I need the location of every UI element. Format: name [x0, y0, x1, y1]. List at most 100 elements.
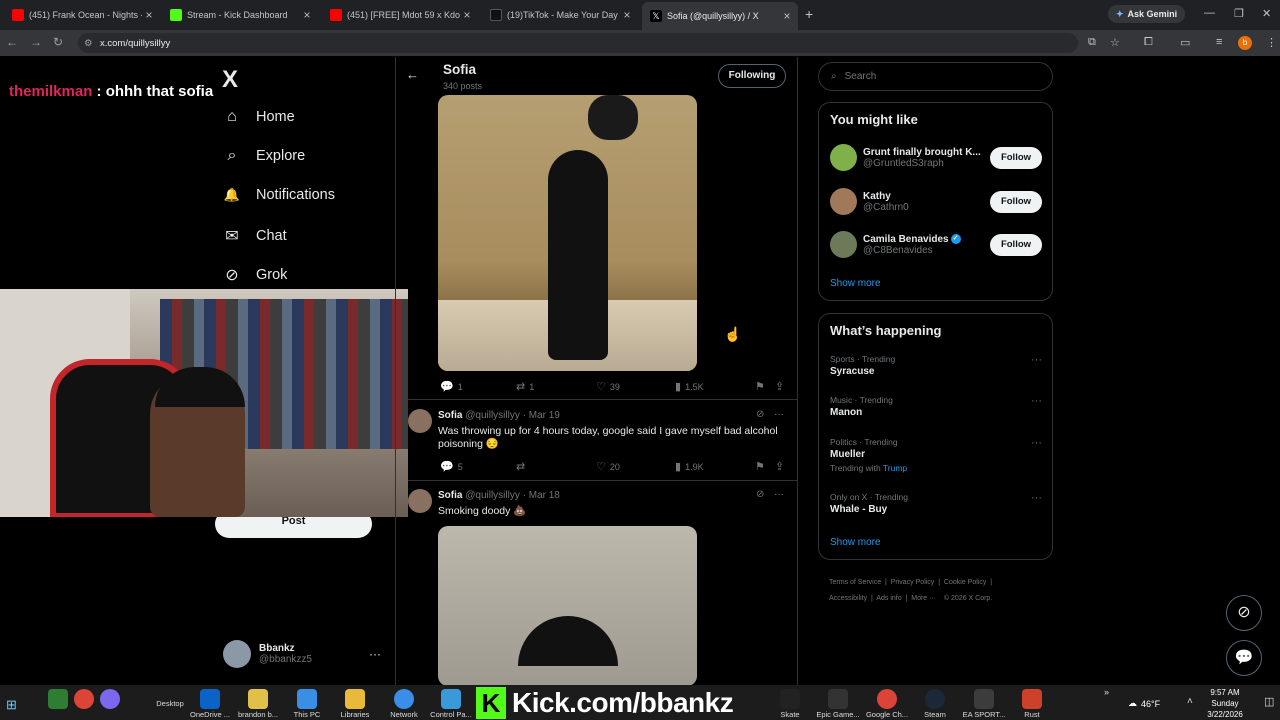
- taskbar-app-brandon[interactable]: brandon b...: [236, 687, 280, 719]
- more-icon[interactable]: ···: [1031, 492, 1042, 504]
- more-icon[interactable]: ···: [774, 489, 784, 500]
- nav-grok[interactable]: ⊘ Grok: [222, 265, 287, 285]
- like-button[interactable]: ♡ 20: [596, 460, 620, 473]
- views-button[interactable]: ▮ 1.9K: [675, 460, 704, 473]
- trend-item[interactable]: Only on X · Trending Whale - Buy ···: [830, 492, 1042, 515]
- footer-link[interactable]: Accessibility: [829, 595, 867, 602]
- search-input[interactable]: ⌕ Search: [818, 62, 1053, 91]
- taskbar-app-onedrive[interactable]: OneDrive ...: [188, 687, 232, 719]
- follow-button[interactable]: Follow: [990, 233, 1042, 256]
- side-panel-icon[interactable]: ▭: [1180, 36, 1190, 49]
- close-icon[interactable]: ×: [780, 9, 794, 23]
- tab-youtube-mdot[interactable]: (451) [FREE] Mdot 59 x Kdotfr ×: [322, 4, 478, 26]
- bookmark-button[interactable]: ⚑: [755, 380, 765, 393]
- tray-chevron-icon[interactable]: ˄: [1187, 696, 1193, 707]
- suggestion-item[interactable]: Camila Benavides ✓ @C8Benavides Follow: [830, 231, 1042, 258]
- nav-notifications[interactable]: 🔔 Notifications: [222, 187, 335, 203]
- post-image[interactable]: [438, 95, 697, 371]
- tab-tiktok[interactable]: (19)TikTok - Make Your Day ×: [482, 4, 638, 26]
- notification-icon[interactable]: ◫: [1264, 695, 1274, 708]
- views-button[interactable]: ▮ 1.5K: [675, 380, 704, 393]
- taskbar-app-network[interactable]: Network: [382, 687, 426, 719]
- repost-button[interactable]: ⇄: [516, 460, 525, 473]
- reply-button[interactable]: 💬 1: [440, 380, 463, 393]
- nav-chat[interactable]: ✉ Chat: [222, 226, 286, 246]
- tab-search-icon[interactable]: ≡: [1216, 36, 1222, 48]
- new-tab-button[interactable]: +: [805, 6, 813, 22]
- repost-button[interactable]: ⇄ 1: [516, 380, 534, 393]
- cast-icon[interactable]: ⧉: [1088, 36, 1096, 49]
- windows-start-icon[interactable]: ⊞: [6, 697, 17, 713]
- avatar[interactable]: [408, 489, 432, 513]
- post-image[interactable]: [438, 526, 697, 686]
- taskbar-app-libraries[interactable]: Libraries: [333, 687, 377, 719]
- extensions-icon[interactable]: ⧠: [1144, 36, 1153, 49]
- close-icon[interactable]: ×: [620, 8, 634, 22]
- suggestion-item[interactable]: Grunt finally brought K... @GruntledS3rap…: [830, 144, 1042, 171]
- bookmark-star-icon[interactable]: ☆: [1110, 36, 1120, 49]
- overflow-chevron-icon[interactable]: »: [1104, 687, 1109, 697]
- taskbar-desktop[interactable]: Desktop: [148, 687, 192, 708]
- messages-fab-icon[interactable]: 💬: [1226, 640, 1262, 676]
- footer-link[interactable]: Terms of Service: [829, 579, 881, 586]
- forward-icon[interactable]: →: [30, 35, 42, 49]
- show-more-link[interactable]: Show more: [830, 537, 881, 548]
- close-icon[interactable]: ×: [142, 8, 156, 22]
- close-icon[interactable]: ×: [300, 8, 314, 22]
- taskbar-app-skate[interactable]: Skate: [768, 687, 812, 719]
- system-clock[interactable]: 9:57 AM Sunday 3/22/2026: [1200, 687, 1250, 720]
- following-button[interactable]: Following: [718, 64, 786, 88]
- browser-menu-icon[interactable]: ⋮: [1266, 36, 1277, 49]
- taskbar-app-controlpanel[interactable]: Control Pa...: [429, 687, 473, 719]
- footer-link[interactable]: Cookie Policy: [944, 579, 986, 586]
- bookmark-button[interactable]: ⚑: [755, 460, 765, 473]
- minimize-icon[interactable]: —: [1204, 7, 1215, 19]
- grok-fab-icon[interactable]: ⊘: [1226, 595, 1262, 631]
- reply-button[interactable]: 💬 5: [440, 460, 463, 473]
- more-icon[interactable]: ···: [1031, 437, 1042, 449]
- taskbar-app-easports[interactable]: EA SPORT...: [962, 687, 1006, 719]
- footer-link[interactable]: Ads info: [876, 595, 901, 602]
- footer-link[interactable]: Privacy Policy: [891, 579, 935, 586]
- like-button[interactable]: ♡ 39: [596, 380, 620, 393]
- trend-item[interactable]: Music · Trending Manon ···: [830, 395, 1042, 418]
- back-icon[interactable]: ←: [6, 35, 18, 49]
- follow-button[interactable]: Follow: [990, 146, 1042, 169]
- close-window-icon[interactable]: ✕: [1262, 7, 1271, 20]
- more-icon[interactable]: ···: [369, 647, 381, 661]
- weather-widget[interactable]: ☁ 46°F: [1128, 698, 1160, 709]
- back-arrow-icon[interactable]: ←: [406, 67, 419, 82]
- tab-kick-dashboard[interactable]: Stream - Kick Dashboard ×: [162, 4, 318, 26]
- grok-icon[interactable]: ⊘: [756, 409, 764, 420]
- footer-link[interactable]: More ···: [911, 595, 936, 602]
- avatar[interactable]: [408, 409, 432, 433]
- suggestion-item[interactable]: Kathy @Cathrn0 Follow: [830, 188, 1042, 215]
- more-icon[interactable]: ···: [774, 409, 784, 420]
- restore-icon[interactable]: ❐: [1234, 7, 1244, 20]
- tab-x-sofia[interactable]: 𝕏 Sofia (@quillysillyy) / X ×: [642, 2, 798, 30]
- more-icon[interactable]: ···: [1031, 395, 1042, 407]
- reload-icon[interactable]: ↻: [53, 35, 63, 49]
- more-icon[interactable]: ···: [1031, 354, 1042, 366]
- taskbar-app-rust[interactable]: Rust: [1010, 687, 1054, 719]
- close-icon[interactable]: ×: [460, 8, 474, 22]
- trend-item[interactable]: Politics · Trending Mueller Trending wit…: [830, 437, 1042, 473]
- tab-youtube-nights[interactable]: (451) Frank Ocean - Nights - Yo ×: [4, 4, 160, 26]
- x-logo[interactable]: X: [222, 66, 238, 94]
- grok-icon[interactable]: ⊘: [756, 489, 764, 500]
- account-switcher[interactable]: Bbankz @bbankzz5: [223, 640, 312, 668]
- trend-item[interactable]: Sports · Trending Syracuse ···: [830, 354, 1042, 377]
- follow-button[interactable]: Follow: [990, 190, 1042, 213]
- nav-home[interactable]: ⌂ Home: [222, 108, 295, 126]
- taskbar-app-googlechrome[interactable]: Google Ch...: [865, 687, 909, 719]
- show-more-link[interactable]: Show more: [830, 278, 881, 289]
- taskbar-app-thispc[interactable]: This PC: [285, 687, 329, 719]
- site-info-icon[interactable]: ⚙: [84, 38, 93, 49]
- taskbar-app-obs[interactable]: [88, 687, 132, 709]
- ask-gemini-button[interactable]: ✦ Ask Gemini: [1108, 5, 1186, 23]
- profile-avatar[interactable]: b: [1238, 36, 1252, 50]
- address-bar[interactable]: ⚙ x.com/quillysillyy: [78, 33, 1078, 53]
- taskbar-app-epic[interactable]: Epic Game...: [816, 687, 860, 719]
- taskbar-app-steam[interactable]: Steam: [913, 687, 957, 719]
- share-button[interactable]: ⇪: [775, 380, 784, 393]
